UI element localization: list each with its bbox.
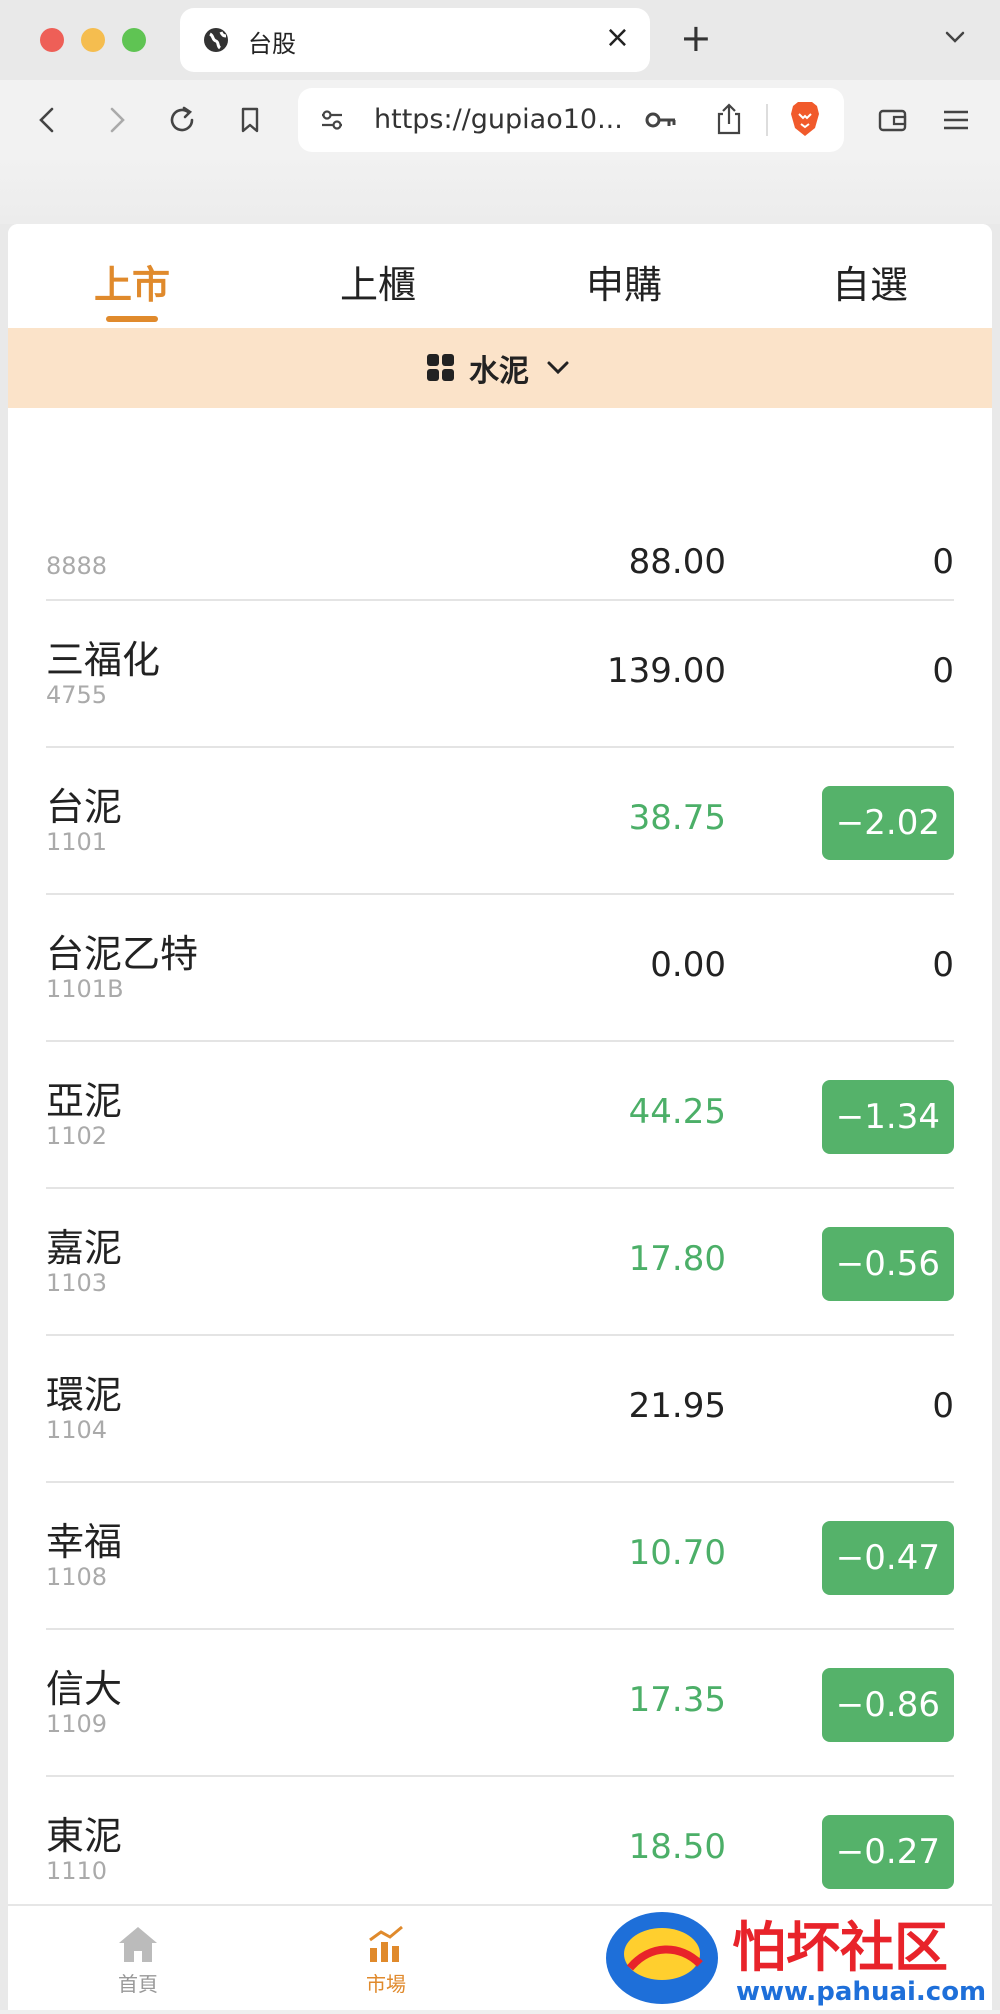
home-icon <box>119 1927 157 1962</box>
stock-name: 三福化 <box>46 638 161 682</box>
change-value: 0 <box>932 1386 954 1426</box>
stock-name: 台泥 <box>46 785 123 829</box>
stock-row[interactable]: 東泥 1110 18.50 −0.27 <box>46 1777 954 1924</box>
change-badge: −2.02 <box>821 786 954 860</box>
stock-row[interactable]: 台泥乙特 1101B 0.00 0 <box>46 895 954 1042</box>
stock-row[interactable]: 8888 88.00 0 <box>46 454 954 601</box>
forward-arrow-icon[interactable] <box>96 100 136 140</box>
brave-lion-icon[interactable] <box>788 100 822 138</box>
stock-price: 10.70 <box>628 1533 726 1573</box>
stock-name: 台泥乙特 <box>46 932 199 976</box>
stock-name: 環泥 <box>46 1373 123 1417</box>
stock-list: 8888 88.00 0 三福化 4755 139.00 0 台泥 1101 38.75 −2.02… <box>46 454 954 1924</box>
tab-subscription[interactable]: 申購 <box>524 254 724 309</box>
change-badge: −0.86 <box>821 1668 954 1742</box>
reload-icon[interactable] <box>162 100 202 140</box>
stock-price: 17.80 <box>628 1239 726 1279</box>
stock-price: 0.00 <box>650 945 726 985</box>
svg-text:www.pahuai.com: www.pahuai.com <box>736 1977 986 2007</box>
change-badge: −0.56 <box>821 1227 954 1301</box>
bookmark-icon[interactable] <box>230 100 270 140</box>
globe-icon <box>204 28 228 52</box>
stock-name: 信大 <box>46 1667 123 1711</box>
stock-price: 139.00 <box>607 651 726 691</box>
chevron-down-icon <box>547 361 569 375</box>
browser-tab[interactable]: 台股 × <box>180 8 650 72</box>
stock-code: 1104 <box>46 1416 108 1444</box>
grid-icon <box>427 354 455 382</box>
browser-window: 台股 × + https://gupiao10... 上市 上櫃 申購 自選 水… <box>0 0 1000 2010</box>
key-icon[interactable] <box>644 106 678 134</box>
stock-code: 1109 <box>46 1710 108 1738</box>
blurred-header-band <box>0 160 1000 224</box>
market-chart-icon <box>369 1925 403 1962</box>
share-icon[interactable] <box>714 102 744 136</box>
stock-code: 1101 <box>46 828 108 856</box>
nav-market-label: 市場 <box>366 1972 406 1996</box>
change-value: 0 <box>932 945 954 985</box>
stock-name: 東泥 <box>46 1814 123 1858</box>
stock-row[interactable]: 嘉泥 1103 17.80 −0.56 <box>46 1189 954 1336</box>
site-settings-icon[interactable] <box>318 106 346 134</box>
change-value: 0 <box>932 651 954 691</box>
tab-otc[interactable]: 上櫃 <box>278 254 478 309</box>
wallet-icon[interactable] <box>872 100 912 140</box>
divider <box>766 104 768 136</box>
change-badge: −0.47 <box>821 1521 954 1595</box>
category-selector[interactable]: 水泥 <box>8 328 992 408</box>
address-bar[interactable]: https://gupiao10... <box>298 88 844 152</box>
stock-row[interactable]: 信大 1109 17.35 −0.86 <box>46 1630 954 1777</box>
stock-code: 1108 <box>46 1563 108 1591</box>
stock-row[interactable]: 亞泥 1102 44.25 −1.34 <box>46 1042 954 1189</box>
nav-home-label: 首頁 <box>118 1972 158 1996</box>
change-value: 0 <box>932 542 954 582</box>
stock-row[interactable]: 三福化 4755 139.00 0 <box>46 601 954 748</box>
zoom-window-button[interactable] <box>122 28 146 52</box>
stock-price: 88.00 <box>628 542 726 582</box>
close-tab-icon[interactable]: × <box>605 20 630 55</box>
nav-market[interactable]: 市場 <box>326 1924 446 1997</box>
new-tab-button[interactable]: + <box>680 16 712 60</box>
stock-price: 38.75 <box>628 798 726 838</box>
watermark-image: 怕坏社区 www.pahuai.com <box>606 1912 986 2007</box>
stock-price: 21.95 <box>628 1386 726 1426</box>
stock-price: 44.25 <box>628 1092 726 1132</box>
svg-text:怕坏社区: 怕坏社区 <box>732 1916 948 1979</box>
stock-code: 1110 <box>46 1857 108 1885</box>
browser-toolbar: https://gupiao10... <box>0 80 1000 160</box>
stock-price: 18.50 <box>628 1827 726 1867</box>
stock-name: 嘉泥 <box>46 1226 123 1270</box>
stock-code: 1101B <box>46 975 124 1003</box>
stock-row[interactable]: 環泥 1104 21.95 0 <box>46 1336 954 1483</box>
menu-icon[interactable] <box>936 100 976 140</box>
tab-strip: 台股 × + <box>0 0 1000 80</box>
stock-row[interactable]: 幸福 1108 10.70 −0.47 <box>46 1483 954 1630</box>
stock-code: 8888 <box>46 552 108 580</box>
stock-name: 亞泥 <box>46 1079 123 1123</box>
stock-code: 1103 <box>46 1269 108 1297</box>
minimize-window-button[interactable] <box>81 28 105 52</box>
tab-listed[interactable]: 上市 <box>32 254 232 309</box>
tab-title: 台股 <box>248 30 296 58</box>
web-page: 上市 上櫃 申購 自選 水泥 8888 88.00 0 三福化 4755 139.00 0 台… <box>8 224 992 2010</box>
change-badge: −1.34 <box>821 1080 954 1154</box>
market-tabs: 上市 上櫃 申購 自選 <box>8 224 992 328</box>
url-text: https://gupiao10... <box>374 104 623 135</box>
stock-code: 1102 <box>46 1122 108 1150</box>
category-label: 水泥 <box>469 354 529 389</box>
close-window-button[interactable] <box>40 28 64 52</box>
stock-code: 4755 <box>46 681 108 709</box>
stock-row[interactable]: 台泥 1101 38.75 −2.02 <box>46 748 954 895</box>
stock-name: 幸福 <box>46 1520 123 1564</box>
tab-watchlist[interactable]: 自選 <box>770 254 970 309</box>
change-badge: −0.27 <box>821 1815 954 1889</box>
chevron-down-icon[interactable] <box>940 22 970 52</box>
back-arrow-icon[interactable] <box>28 100 68 140</box>
active-tab-indicator <box>106 316 158 322</box>
stock-price: 17.35 <box>628 1680 726 1720</box>
nav-home[interactable]: 首頁 <box>78 1924 198 1997</box>
watermark-logo: 怕坏社区 www.pahuai.com <box>600 1904 1000 2010</box>
